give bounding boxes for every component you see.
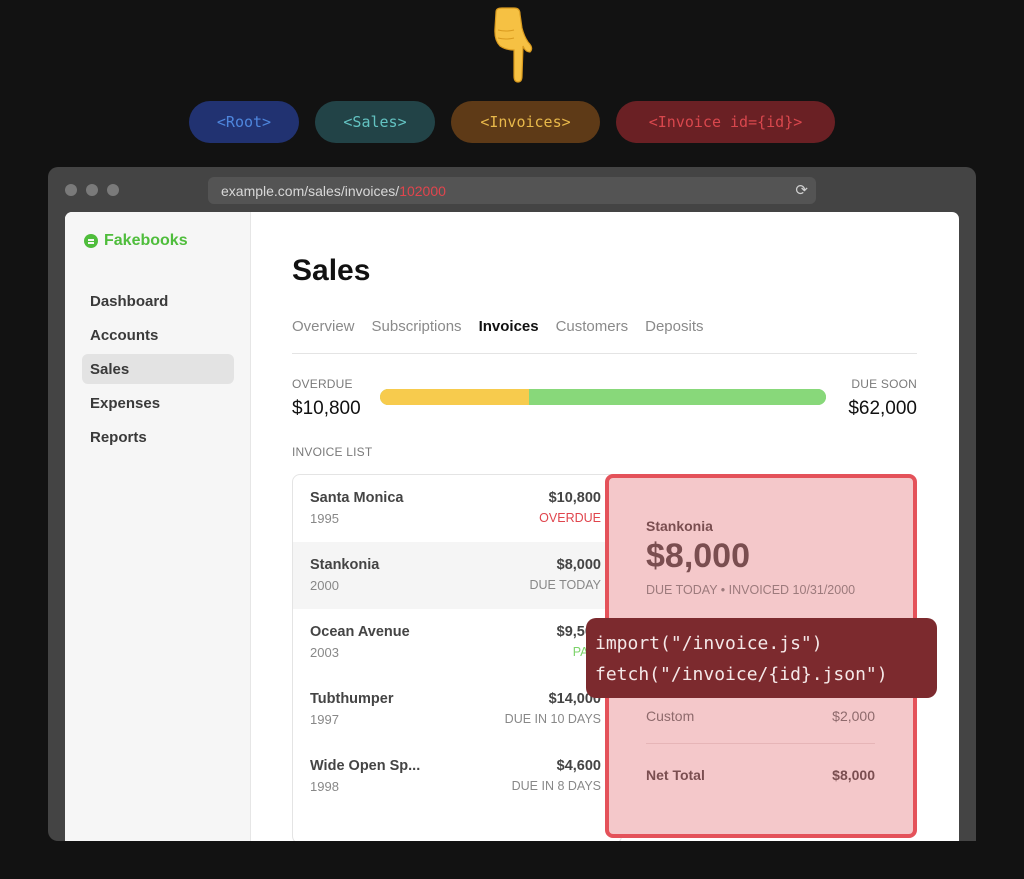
address-bar[interactable]: example.com/sales/invoices/102000 ⟳ — [208, 177, 816, 204]
invoice-row[interactable]: Santa Monica 1995 $10,800 OVERDUE — [293, 475, 621, 542]
detail-customer-name: Stankonia — [646, 518, 713, 534]
main-content: Sales Overview Subscriptions Invoices Cu… — [292, 212, 917, 841]
invoice-list: Santa Monica 1995 $10,800 OVERDUE Stankoni… — [292, 474, 622, 841]
route-pill-root: <Root> — [189, 101, 299, 143]
detail-divider — [646, 743, 875, 744]
tab-overview[interactable]: Overview — [292, 318, 355, 335]
url-base: example.com/sales/invoices/ — [221, 182, 400, 199]
sidebar-nav: Dashboard Accounts Sales Expenses Report… — [82, 286, 234, 456]
sidebar: Fakebooks Dashboard Accounts Sales Expen… — [65, 212, 251, 841]
tab-customers[interactable]: Customers — [556, 318, 629, 335]
invoice-name: Santa Monica — [310, 490, 404, 506]
invoice-row[interactable]: Stankonia 2000 $8,000 DUE TODAY — [293, 542, 621, 609]
invoice-amount: $14,000 — [548, 691, 601, 707]
browser-window: example.com/sales/invoices/102000 ⟳ Fake… — [48, 167, 976, 841]
url-invoice-id: 102000 — [399, 182, 446, 199]
overdue-label: OVERDUE — [292, 377, 353, 391]
brand-logo[interactable]: Fakebooks — [84, 232, 188, 250]
minimize-window-dot[interactable] — [86, 184, 98, 196]
page-viewport: Fakebooks Dashboard Accounts Sales Expen… — [65, 212, 959, 841]
invoice-row[interactable]: Ocean Avenue2003 $9,500PAID — [293, 609, 621, 676]
invoice-year: 1997 — [310, 712, 339, 727]
page-title: Sales — [292, 254, 371, 287]
due-soon-segment — [528, 389, 826, 405]
tab-invoices[interactable]: Invoices — [479, 318, 539, 335]
net-total-amount: $8,000 — [832, 767, 875, 783]
close-window-dot[interactable] — [65, 184, 77, 196]
sidebar-item-sales[interactable]: Sales — [82, 354, 234, 384]
code-line-import: import("/invoice.js") — [595, 633, 823, 654]
invoice-amount: $10,800 — [548, 490, 601, 506]
tab-bar: Overview Subscriptions Invoices Customer… — [292, 318, 703, 335]
invoice-name: Ocean Avenue — [310, 624, 410, 640]
line-item-amount: $2,000 — [832, 708, 875, 724]
maximize-window-dot[interactable] — [107, 184, 119, 196]
window-controls — [65, 184, 119, 196]
invoice-year: 1998 — [310, 779, 339, 794]
detail-amount: $8,000 — [646, 537, 750, 575]
invoice-status: OVERDUE — [539, 511, 601, 525]
invoice-amount: $8,000 — [556, 557, 601, 573]
invoice-name: Wide Open Sp... — [310, 758, 421, 774]
invoice-name: Stankonia — [310, 557, 380, 573]
code-annotation: import("/invoice.js") fetch("/invoice/{i… — [586, 618, 937, 698]
invoice-year: 1995 — [310, 511, 339, 526]
reload-icon[interactable]: ⟳ — [795, 181, 808, 199]
pointing-down-hand-icon — [488, 6, 548, 86]
invoice-status: DUE IN 8 DAYS — [511, 779, 601, 793]
overdue-segment — [380, 389, 529, 405]
invoice-row[interactable]: Wide Open Sp... 1998 $4,600 DUE IN 8 DAYS — [293, 743, 621, 810]
tab-subscriptions[interactable]: Subscriptions — [372, 318, 462, 335]
tab-deposits[interactable]: Deposits — [645, 318, 703, 335]
detail-meta: DUE TODAY • INVOICED 10/31/2000 — [646, 583, 856, 597]
invoice-status: DUE TODAY — [529, 578, 601, 592]
overdue-amount: $10,800 — [292, 398, 361, 419]
invoice-list-label: INVOICE LIST — [292, 445, 373, 459]
overdue-vs-due-bar — [380, 389, 826, 405]
invoice-row[interactable]: Tubthumper 1997 $14,000 DUE IN 10 DAYS — [293, 676, 621, 743]
due-soon-label: DUE SOON — [851, 377, 917, 391]
invoice-year: 2000 — [310, 578, 339, 593]
route-pill-sales: <Sales> — [315, 101, 435, 143]
due-soon-amount: $62,000 — [848, 398, 917, 419]
code-line-fetch: fetch("/invoice/{id}.json") — [595, 664, 888, 685]
invoice-amount: $4,600 — [556, 758, 601, 774]
logo-icon — [84, 234, 98, 248]
sidebar-item-accounts[interactable]: Accounts — [82, 320, 234, 350]
invoice-name: Tubthumper — [310, 691, 394, 707]
brand-name: Fakebooks — [104, 232, 188, 249]
invoice-status: DUE IN 10 DAYS — [504, 712, 601, 726]
net-total-row: Net Total $8,000 — [646, 767, 875, 783]
invoice-year: 2003 — [310, 645, 339, 660]
sidebar-item-dashboard[interactable]: Dashboard — [82, 286, 234, 316]
tabs-divider — [292, 353, 917, 354]
route-pill-invoices: <Invoices> — [451, 101, 600, 143]
route-pill-invoice: <Invoice id={id}> — [616, 101, 835, 143]
net-total-label: Net Total — [646, 767, 705, 783]
line-item-label: Custom — [646, 708, 695, 724]
sidebar-item-reports[interactable]: Reports — [82, 422, 234, 452]
line-item: Custom $2,000 — [646, 708, 875, 724]
sidebar-item-expenses[interactable]: Expenses — [82, 388, 234, 418]
